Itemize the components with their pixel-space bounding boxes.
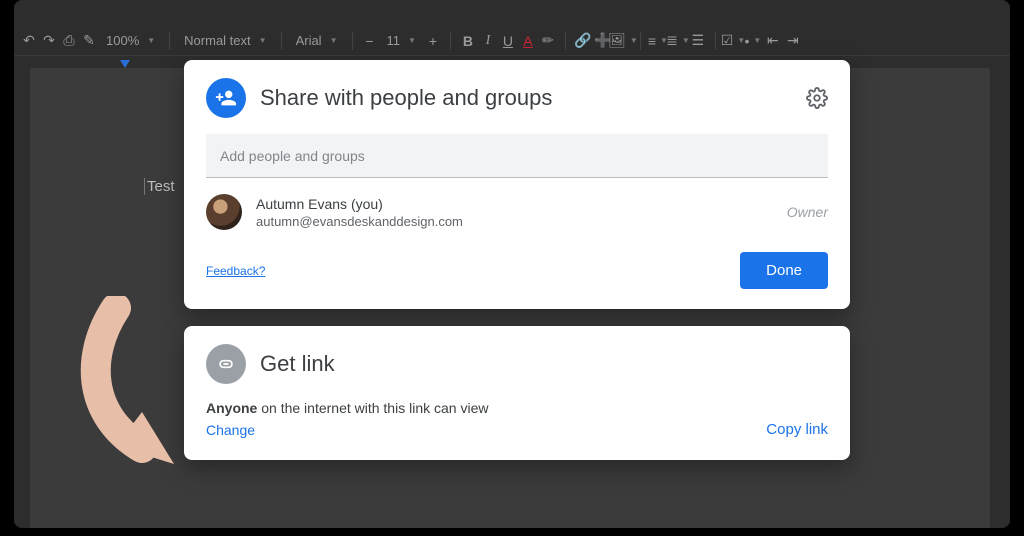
feedback-link[interactable]: Feedback? [206,264,265,278]
share-dialog: Share with people and groups Add people … [184,60,850,309]
owner-email-label: autumn@evansdeskanddesign.com [256,214,773,229]
share-dialog-header: Share with people and groups [184,78,850,124]
owner-avatar [206,194,242,230]
link-desc-anyone: Anyone [206,400,257,416]
share-dialog-footer: Feedback? Done [184,238,850,309]
add-people-placeholder: Add people and groups [220,148,365,164]
person-add-icon [206,78,246,118]
change-link-permissions[interactable]: Change [206,422,488,438]
share-dialog-title: Share with people and groups [260,85,792,111]
annotation-arrow-icon [76,296,196,476]
settings-gear-icon[interactable] [806,87,828,109]
owner-role-label: Owner [787,204,828,220]
owner-name-label: Autumn Evans (you) [256,196,773,212]
copy-link-button[interactable]: Copy link [766,421,828,438]
link-icon [206,344,246,384]
owner-info: Autumn Evans (you) autumn@evansdeskandde… [256,196,773,229]
done-button[interactable]: Done [740,252,828,289]
owner-row: Autumn Evans (you) autumn@evansdeskandde… [184,178,850,238]
add-people-input[interactable]: Add people and groups [206,134,828,178]
get-link-card: Get link Anyone on the internet with thi… [184,326,850,460]
link-desc-rest: on the internet with this link can view [257,400,488,416]
get-link-title: Get link [260,351,335,377]
get-link-header: Get link [206,344,828,384]
link-description: Anyone on the internet with this link ca… [206,400,488,416]
get-link-body: Anyone on the internet with this link ca… [206,400,828,438]
